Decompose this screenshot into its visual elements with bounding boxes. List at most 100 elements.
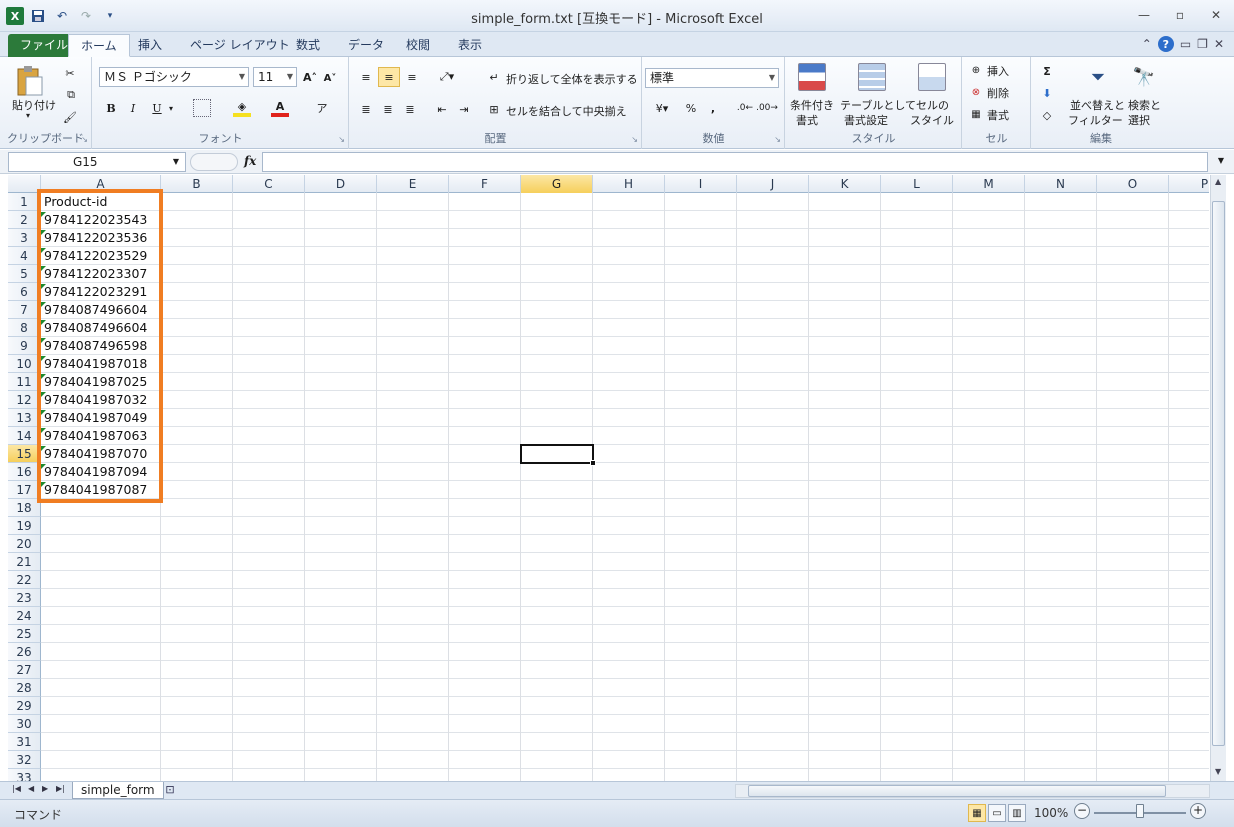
grow-font-icon[interactable]: A˄ [301, 69, 319, 85]
name-box[interactable]: G15 ▼ [8, 152, 186, 172]
prev-sheet-icon[interactable]: ◀ [28, 784, 34, 793]
cell-a6[interactable]: 9784122023291 [44, 283, 147, 301]
scroll-up-icon[interactable]: ▲ [1215, 177, 1221, 186]
orientation-icon[interactable]: ⤢▾ [434, 67, 460, 87]
cell-styles-line2[interactable]: スタイル [910, 112, 954, 128]
font-color-icon[interactable]: A [271, 99, 289, 117]
row-header-10[interactable]: 10 [8, 355, 41, 373]
increase-decimal-icon[interactable]: .0← [735, 99, 755, 117]
insert-sheet-icon[interactable]: ⊡ [160, 783, 180, 798]
cell-a1-header[interactable]: Product-id [44, 193, 107, 211]
align-middle-icon[interactable]: ≡ [378, 67, 400, 87]
paste-dropdown-icon[interactable]: ▾ [26, 111, 30, 120]
scroll-down-icon[interactable]: ▼ [1215, 767, 1221, 776]
tab-home[interactable]: ホーム [68, 34, 130, 57]
maximize-icon[interactable]: ▫ [1162, 4, 1198, 26]
find-select-icon[interactable]: 🔭 [1130, 63, 1158, 91]
underline-button[interactable]: U [149, 99, 165, 117]
align-right-icon[interactable]: ≣ [400, 99, 420, 119]
cell-a15[interactable]: 9784041987070 [44, 445, 147, 463]
row-header-31[interactable]: 31 [8, 733, 41, 751]
column-header-l[interactable]: L [881, 175, 953, 193]
row-header-7[interactable]: 7 [8, 301, 41, 319]
fill-icon[interactable]: ⬇ [1038, 85, 1056, 101]
comma-button[interactable]: , [705, 99, 721, 117]
cell-a11[interactable]: 9784041987025 [44, 373, 147, 391]
format-as-table-line2[interactable]: 書式設定 [844, 112, 888, 128]
row-header-11[interactable]: 11 [8, 373, 41, 391]
horizontal-scroll-thumb[interactable] [748, 785, 1166, 797]
copy-icon[interactable]: ⧉ [62, 87, 80, 103]
font-size-select[interactable]: 11 ▼ [253, 67, 297, 87]
close-icon[interactable]: ✕ [1198, 4, 1234, 26]
merge-center-icon[interactable]: ⊞ [486, 101, 502, 117]
cell-area[interactable]: Product-id 9784122023543 9784122023536 9784… [37, 189, 1209, 781]
sort-filter-icon[interactable]: ⏷ [1084, 63, 1112, 91]
next-sheet-icon[interactable]: ▶ [42, 784, 48, 793]
row-header-22[interactable]: 22 [8, 571, 41, 589]
cell-styles-line1[interactable]: セルの [916, 97, 949, 113]
row-header-24[interactable]: 24 [8, 607, 41, 625]
row-header-12[interactable]: 12 [8, 391, 41, 409]
row-header-13[interactable]: 13 [8, 409, 41, 427]
cell-styles-icon[interactable] [918, 63, 946, 91]
row-header-2[interactable]: 2 [8, 211, 41, 229]
help-icon[interactable]: ? [1157, 36, 1174, 52]
column-header-a[interactable]: A [41, 175, 161, 193]
workbook-minimize-icon[interactable]: ▭ [1180, 37, 1191, 51]
minimize-icon[interactable]: — [1126, 4, 1162, 26]
sort-filter-line2[interactable]: フィルター [1068, 112, 1123, 128]
zoom-out-button[interactable]: − [1074, 803, 1090, 819]
align-center-icon[interactable]: ≣ [378, 99, 398, 119]
find-select-line1[interactable]: 検索と [1128, 97, 1161, 113]
column-header-d[interactable]: D [305, 175, 377, 193]
page-break-view-icon[interactable]: ▥ [1008, 804, 1026, 822]
cell-a3[interactable]: 9784122023536 [44, 229, 147, 247]
italic-button[interactable]: I [125, 99, 141, 117]
align-left-icon[interactable]: ≣ [356, 99, 376, 119]
paste-button[interactable]: 貼り付け [12, 97, 56, 113]
merge-center-button[interactable]: セルを結合して中央揃え [506, 103, 627, 119]
row-header-6[interactable]: 6 [8, 283, 41, 301]
row-header-28[interactable]: 28 [8, 679, 41, 697]
insert-cells-icon[interactable]: ⊕ [969, 63, 983, 77]
workbook-restore-icon[interactable]: ❐ [1197, 37, 1208, 51]
tab-formulas[interactable]: 数式 [284, 34, 332, 57]
row-header-18[interactable]: 18 [8, 499, 41, 517]
tab-review[interactable]: 校閲 [394, 34, 442, 57]
vertical-scroll-thumb[interactable] [1212, 201, 1225, 746]
format-cells-button[interactable]: 書式 [987, 107, 1009, 123]
decrease-decimal-icon[interactable]: .00→ [756, 99, 778, 117]
paste-icon[interactable] [12, 63, 48, 99]
column-header-k[interactable]: K [809, 175, 881, 193]
clear-icon[interactable]: ◇ [1038, 107, 1056, 123]
row-header-29[interactable]: 29 [8, 697, 41, 715]
row-header-33[interactable]: 33 [8, 769, 41, 781]
expand-formula-bar-icon[interactable]: ▼ [1218, 156, 1224, 165]
autosum-icon[interactable]: Σ [1038, 63, 1056, 79]
cell-a14[interactable]: 9784041987063 [44, 427, 147, 445]
cell-a7[interactable]: 9784087496604 [44, 301, 147, 319]
column-header-i[interactable]: I [665, 175, 737, 193]
row-header-26[interactable]: 26 [8, 643, 41, 661]
column-header-o[interactable]: O [1097, 175, 1169, 193]
row-header-20[interactable]: 20 [8, 535, 41, 553]
row-header-3[interactable]: 3 [8, 229, 41, 247]
currency-icon[interactable]: ¥▾ [649, 99, 675, 117]
row-header-23[interactable]: 23 [8, 589, 41, 607]
tab-insert[interactable]: 挿入 [126, 34, 174, 57]
column-header-g[interactable]: G [521, 175, 593, 193]
alignment-launcher-icon[interactable]: ↘ [631, 135, 638, 144]
cell-a10[interactable]: 9784041987018 [44, 355, 147, 373]
formula-bar-splitter[interactable] [190, 153, 238, 171]
font-launcher-icon[interactable]: ↘ [338, 135, 345, 144]
column-header-e[interactable]: E [377, 175, 449, 193]
cell-a16[interactable]: 9784041987094 [44, 463, 147, 481]
increase-indent-icon[interactable]: ⇥ [454, 99, 474, 119]
column-header-m[interactable]: M [953, 175, 1025, 193]
zoom-slider-thumb[interactable] [1136, 804, 1144, 818]
cell-a2[interactable]: 9784122023543 [44, 211, 147, 229]
column-header-c[interactable]: C [233, 175, 305, 193]
row-header-8[interactable]: 8 [8, 319, 41, 337]
row-header-5[interactable]: 5 [8, 265, 41, 283]
